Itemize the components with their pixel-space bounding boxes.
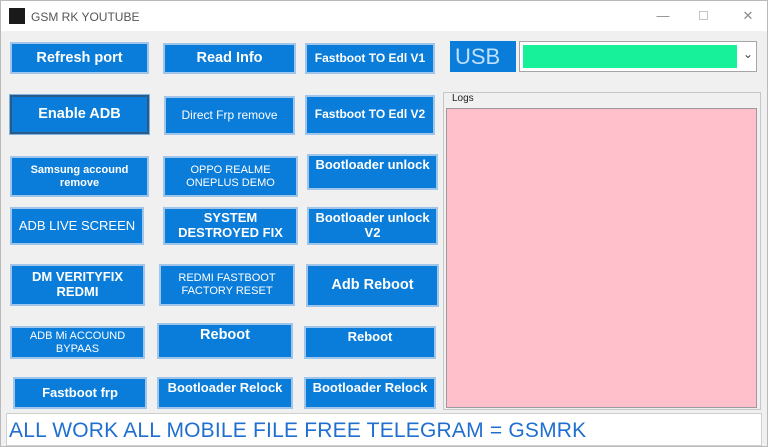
window-title: GSM RK YOUTUBE bbox=[31, 10, 140, 24]
minimize-button[interactable]: — bbox=[653, 6, 673, 26]
bootloader-unlock-button[interactable]: Bootloader unlock bbox=[307, 154, 438, 190]
fastboot-edl-v1-button[interactable]: Fastboot TO Edl V1 bbox=[305, 43, 435, 74]
dm-verity-fix-button[interactable]: DM VERITYFIX REDMI bbox=[10, 264, 145, 306]
bootloader-relock-button-2[interactable]: Bootloader Relock bbox=[304, 377, 436, 409]
system-destroyed-fix-button[interactable]: SYSTEM DESTROYED FIX bbox=[163, 207, 298, 245]
usb-port-select[interactable]: ⌄ bbox=[519, 41, 757, 72]
chevron-down-icon[interactable]: ⌄ bbox=[743, 47, 753, 61]
fastboot-edl-v2-button[interactable]: Fastboot TO Edl V2 bbox=[305, 95, 435, 135]
enable-adb-button[interactable]: Enable ADB bbox=[9, 94, 150, 135]
adb-reboot-button[interactable]: Adb Reboot bbox=[306, 264, 439, 307]
bootloader-relock-button-1[interactable]: Bootloader Relock bbox=[157, 377, 293, 409]
bootloader-unlock-v2-button[interactable]: Bootloader unlock V2 bbox=[307, 207, 438, 245]
maximize-icon bbox=[698, 11, 708, 20]
title-bar[interactable]: GSM RK YOUTUBE — ✕ bbox=[1, 1, 767, 31]
reboot-button-1[interactable]: Reboot bbox=[157, 323, 293, 359]
logs-textarea[interactable] bbox=[446, 108, 757, 408]
app-icon bbox=[9, 8, 25, 24]
fastboot-frp-button[interactable]: Fastboot frp bbox=[13, 377, 147, 409]
oppo-realme-demo-button[interactable]: OPPO REALME ONEPLUS DEMO bbox=[163, 156, 298, 197]
maximize-button[interactable] bbox=[693, 6, 713, 26]
close-button[interactable]: ✕ bbox=[738, 6, 758, 26]
logs-label: Logs bbox=[451, 93, 475, 104]
refresh-port-button[interactable]: Refresh port bbox=[10, 42, 149, 74]
reboot-button-2[interactable]: Reboot bbox=[304, 326, 436, 359]
read-info-button[interactable]: Read Info bbox=[163, 43, 296, 74]
footer-text: ALL WORK ALL MOBILE FILE FREE TELEGRAM =… bbox=[9, 419, 587, 442]
usb-label: USB bbox=[450, 41, 516, 72]
adb-mi-account-bypass-button[interactable]: ADB Mi ACCOUND BYPAAS bbox=[10, 326, 145, 359]
direct-frp-remove-button[interactable]: Direct Frp remove bbox=[164, 96, 295, 135]
samsung-account-remove-button[interactable]: Samsung accound remove bbox=[10, 156, 149, 197]
usb-selected-value bbox=[523, 45, 737, 68]
redmi-fastboot-reset-button[interactable]: REDMI FASTBOOT FACTORY RESET bbox=[159, 264, 295, 306]
adb-live-screen-button[interactable]: ADB LIVE SCREEN bbox=[10, 207, 144, 245]
app-window: GSM RK YOUTUBE — ✕ Refresh port Enable A… bbox=[0, 0, 768, 447]
